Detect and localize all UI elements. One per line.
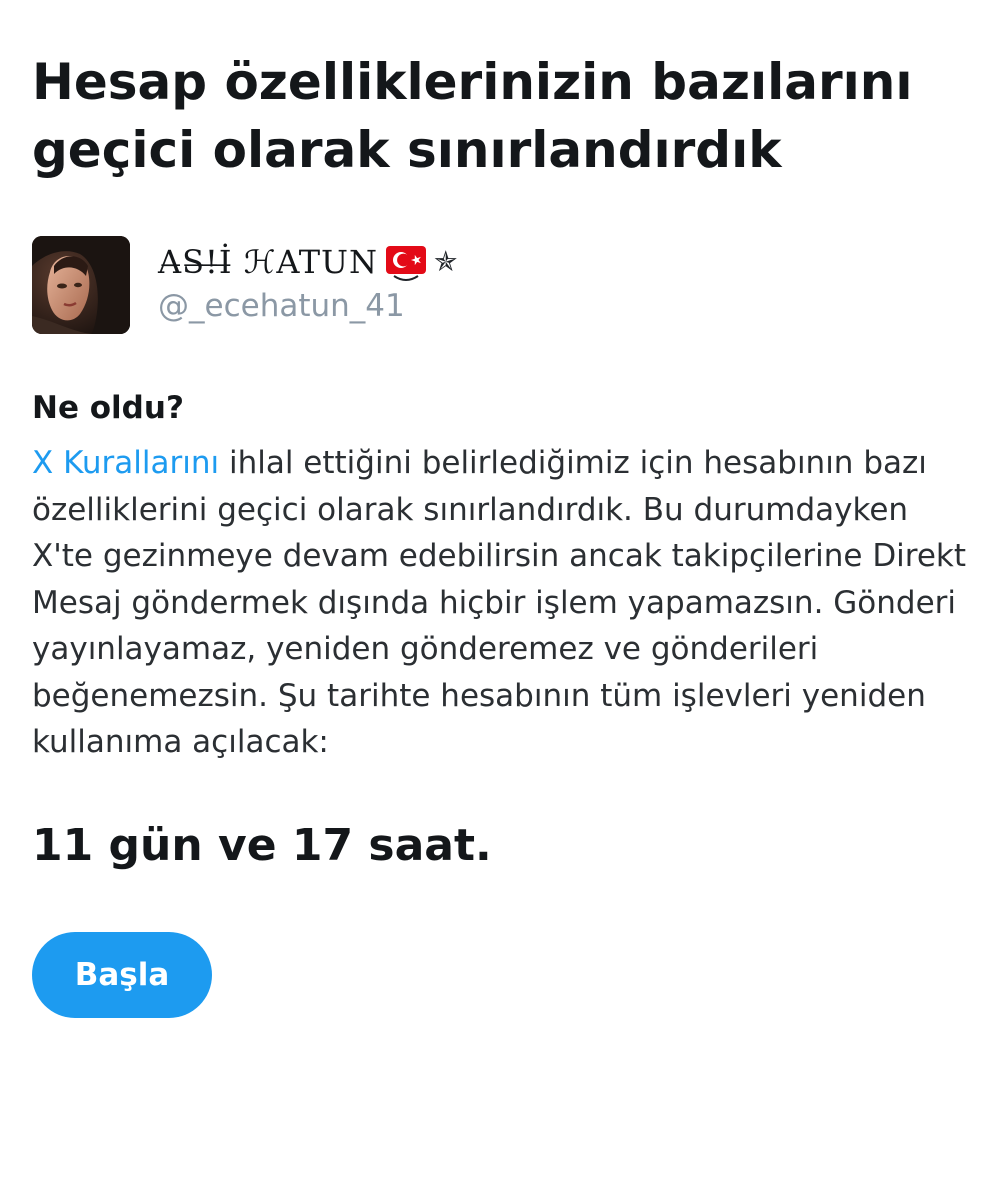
account-handle: @_ecehatun_41 [158,288,405,324]
restriction-description-text: ihlal ettiğini belirlediğimiz için hesab… [32,445,967,760]
turkey-flag-icon [384,240,428,284]
display-name-row: A̶S̶!̶İ̶ ℋATUN ✯ [158,240,457,284]
star-icon: ✯ [434,245,458,278]
account-restriction-page: Hesap özelliklerinizin bazılarını geçici… [0,0,1002,1200]
page-title: Hesap özelliklerinizin bazılarını geçici… [32,53,913,179]
avatar-image [32,236,130,334]
restriction-description: X Kurallarını ihlal ettiğini belirlediği… [32,440,972,766]
what-happened-heading: Ne oldu? [32,390,184,426]
avatar [32,236,130,334]
restriction-countdown: 11 gün ve 17 saat. [32,820,492,871]
display-name: A̶S̶!̶İ̶ ℋATUN [158,243,378,281]
start-button[interactable]: Başla [32,932,212,1018]
account-card: A̶S̶!̶İ̶ ℋATUN ✯ @_ecehatun_41 [32,236,962,336]
x-rules-link[interactable]: X Kurallarını [32,445,219,481]
